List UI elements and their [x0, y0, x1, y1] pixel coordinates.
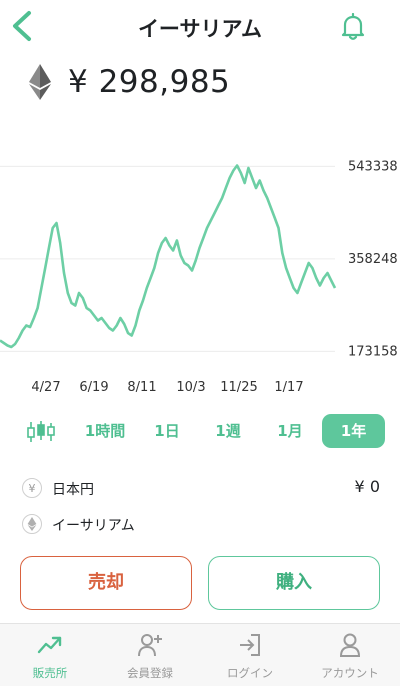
candlestick-icon[interactable]: [26, 420, 56, 444]
current-price: ¥ 298,985: [68, 64, 231, 100]
bell-icon[interactable]: [340, 13, 366, 41]
x-tick-label: 4/27: [31, 380, 60, 395]
period-1w[interactable]: 1週: [206, 414, 250, 448]
asset-row-jpy: ¥ 日本円 ¥ 0: [22, 477, 382, 503]
tab-label: 販売所: [32, 666, 68, 680]
tab-sales[interactable]: 販売所: [0, 624, 100, 686]
x-tick-label: 1/17: [274, 380, 303, 395]
tab-label: ログイン: [227, 666, 273, 680]
y-tick-label: 173158: [348, 344, 398, 359]
trend-icon: [37, 636, 62, 654]
tab-account[interactable]: アカウント: [300, 624, 400, 686]
user-plus-icon: [138, 634, 162, 657]
bottom-tab-bar: 販売所 会員登録 ログイン アカウント: [0, 623, 400, 686]
price-chart[interactable]: 543338 358248 173158 4/27 6/19 8/11 10/3 11/25 1…: [0, 128, 400, 403]
asset-name: イーサリアム: [52, 518, 135, 534]
eth-glyph-icon: [27, 517, 37, 531]
period-selector: 1時間 1日 1週 1月 1年: [0, 414, 400, 450]
account-icon: [339, 633, 361, 657]
y-tick-label: 543338: [348, 159, 398, 174]
x-tick-label: 11/25: [220, 380, 257, 395]
ethereum-logo-icon: [29, 64, 51, 100]
login-icon: [240, 634, 260, 656]
x-tick-label: 6/19: [79, 380, 108, 395]
x-tick-label: 10/3: [176, 380, 205, 395]
sell-button[interactable]: 売却: [20, 556, 192, 610]
eth-icon: [22, 514, 42, 534]
asset-name: 日本円: [52, 482, 94, 498]
y-tick-label: 358248: [348, 252, 398, 267]
header: イーサリアム: [0, 0, 400, 56]
period-1d[interactable]: 1日: [145, 414, 189, 448]
asset-amount: ¥ 0: [354, 477, 380, 496]
tab-login[interactable]: ログイン: [200, 624, 300, 686]
yen-icon: ¥: [22, 478, 42, 498]
asset-row-eth: イーサリアム: [22, 513, 382, 539]
period-1m[interactable]: 1月: [268, 414, 312, 448]
tab-label: アカウント: [321, 666, 379, 680]
period-1y[interactable]: 1年: [322, 414, 385, 448]
period-1h[interactable]: 1時間: [78, 414, 132, 448]
x-tick-label: 8/11: [127, 380, 156, 395]
tab-label: 会員登録: [127, 666, 173, 680]
tab-register[interactable]: 会員登録: [100, 624, 200, 686]
price-series-line: [0, 164, 337, 349]
buy-button[interactable]: 購入: [208, 556, 380, 610]
